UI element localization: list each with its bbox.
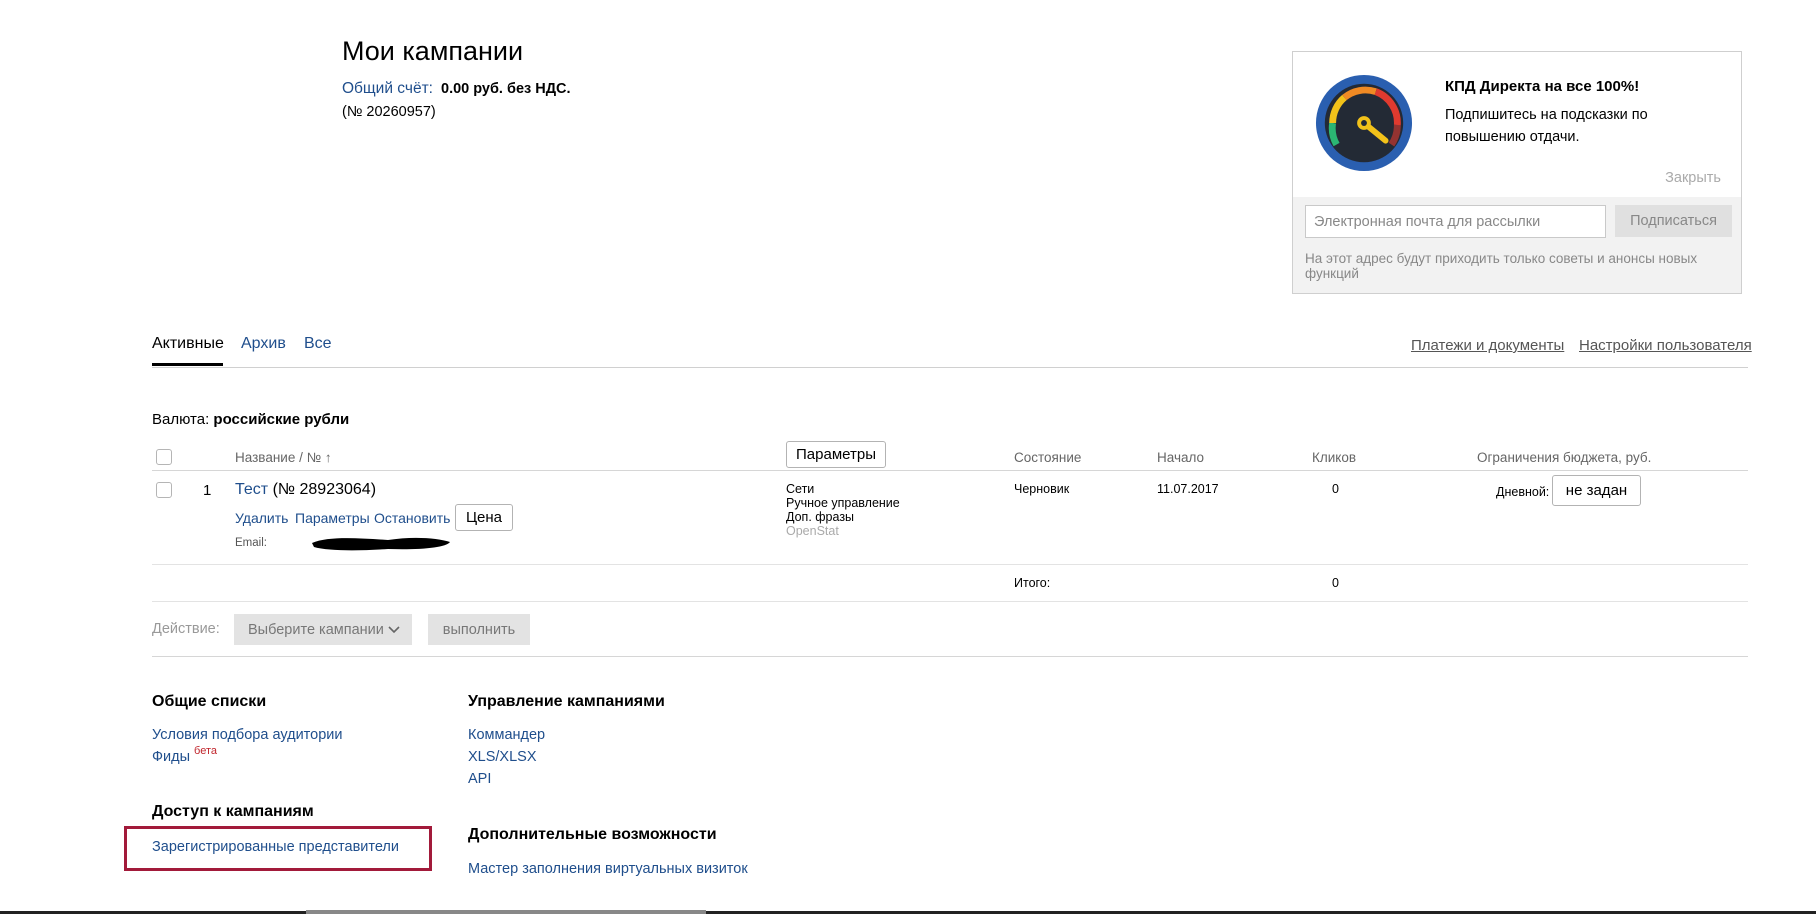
feeds-link[interactable]: Фиды: [152, 749, 190, 765]
row-clicks: 0: [1332, 482, 1339, 496]
params-button[interactable]: Параметры: [786, 441, 886, 468]
email-redaction: [312, 537, 450, 551]
tab-all[interactable]: Все: [304, 335, 332, 353]
account-amount: 0.00 руб. без НДС.: [441, 81, 571, 97]
total-divider: [152, 601, 1748, 602]
account-number: (№ 20260957): [342, 104, 436, 120]
account-link[interactable]: Общий счёт:: [342, 80, 433, 97]
row-checkbox[interactable]: [156, 482, 172, 498]
beta-badge: бета: [194, 745, 217, 757]
row-start-date: 11.07.2017: [1157, 482, 1219, 496]
targeting-manual: Ручное управление: [786, 496, 900, 510]
select-all-checkbox[interactable]: [156, 449, 172, 465]
promo-title: КПД Директа на все 100%!: [1445, 78, 1640, 95]
row-index: 1: [203, 482, 212, 499]
header-state: Состояние: [1014, 450, 1082, 465]
xls-link[interactable]: XLS/XLSX: [468, 749, 537, 765]
promo-text: Подпишитесь на подсказки по повышению от…: [1445, 107, 1648, 145]
subscribe-button[interactable]: Подписаться: [1615, 205, 1732, 237]
targeting-openstat: OpenStat: [786, 524, 839, 538]
header-budget: Ограничения бюджета, руб.: [1477, 450, 1652, 465]
feeds-item: Фиды бета: [152, 745, 217, 765]
bottom-scroll-segment: [306, 910, 706, 914]
account-summary: Общий счёт: 0.00 руб. без НДС.: [342, 80, 571, 98]
targeting-extra-phrases: Доп. фразы: [786, 510, 855, 524]
price-button[interactable]: Цена: [455, 504, 513, 531]
campaign-number: (№ 28923064): [272, 481, 377, 498]
speedometer-icon: [1315, 74, 1413, 172]
header-start: Начало: [1157, 450, 1205, 465]
commander-link[interactable]: Коммандер: [468, 727, 545, 743]
row-state: Черновик: [1014, 482, 1070, 496]
subscribe-email-input[interactable]: [1305, 205, 1606, 238]
payments-documents-link[interactable]: Платежи и документы: [1411, 337, 1564, 354]
action-label: Действие:: [152, 621, 220, 637]
email-label: Email:: [235, 537, 267, 549]
highlight-frame: [124, 826, 432, 871]
row-divider: [152, 564, 1748, 565]
header-clicks: Кликов: [1312, 450, 1357, 465]
targeting-info: Сети Ручное управление Доп. фразы OpenSt…: [786, 482, 900, 538]
table-header-divider: [152, 470, 1748, 471]
select-campaigns-label: Выберите кампании: [248, 621, 384, 638]
campaign-management-heading: Управление кампаниями: [468, 693, 665, 710]
header-name[interactable]: Название / № ↑: [235, 450, 332, 465]
active-tab-indicator: [152, 363, 223, 366]
tab-active[interactable]: Активные: [152, 335, 224, 353]
header-name-label: Название / №: [235, 450, 322, 465]
tabs-divider: [152, 367, 1748, 368]
tab-archive[interactable]: Архив: [241, 335, 286, 353]
subscription-promo: КПД Директа на все 100%! Подпишитесь на …: [1292, 51, 1742, 294]
page-title: Мои кампании: [342, 36, 524, 66]
select-campaigns-dropdown[interactable]: Выберите кампании: [234, 614, 412, 645]
currency-label: Валюта:: [152, 411, 210, 428]
daily-budget-button[interactable]: не задан: [1552, 475, 1641, 506]
chevron-down-icon: [388, 626, 400, 634]
currency-info: Валюта: российские рубли: [152, 411, 349, 428]
action-bar-divider: [152, 656, 1748, 657]
delete-link[interactable]: Удалить: [235, 510, 288, 526]
budget-daily-label: Дневной:: [1496, 485, 1550, 499]
targeting-networks: Сети: [786, 482, 815, 496]
extra-features-heading: Дополнительные возможности: [468, 826, 717, 843]
sort-arrow-icon[interactable]: ↑: [325, 450, 332, 465]
promo-close-link[interactable]: Закрыть: [1665, 170, 1721, 186]
total-label: Итого:: [1014, 576, 1051, 590]
vcard-wizard-link[interactable]: Мастер заполнения виртуальных визиток: [468, 861, 748, 877]
execute-button[interactable]: выполнить: [428, 614, 530, 645]
campaign-title: Тест (№ 28923064): [235, 481, 376, 499]
user-settings-link[interactable]: Настройки пользователя: [1579, 337, 1752, 354]
stop-link[interactable]: Остановить: [374, 510, 450, 526]
campaign-params-link[interactable]: Параметры: [295, 510, 370, 526]
currency-value: российские рубли: [213, 411, 350, 428]
total-clicks: 0: [1332, 576, 1339, 590]
general-lists-heading: Общие списки: [152, 693, 267, 710]
audience-conditions-link[interactable]: Условия подбора аудитории: [152, 727, 342, 743]
campaign-access-heading: Доступ к кампаниям: [152, 803, 314, 820]
api-link[interactable]: API: [468, 771, 491, 787]
campaign-name-link[interactable]: Тест: [235, 481, 268, 498]
promo-note: На этот адрес будут приходить только сов…: [1305, 251, 1698, 281]
